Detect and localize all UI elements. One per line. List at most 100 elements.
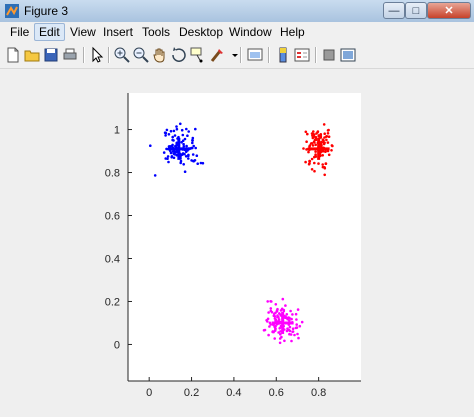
data-point (323, 173, 327, 177)
zoom-in-icon[interactable] (113, 46, 131, 64)
data-point (305, 140, 308, 143)
data-point (164, 157, 167, 160)
data-point (283, 339, 286, 343)
data-point (326, 129, 330, 132)
data-point (266, 320, 269, 323)
data-point (274, 311, 277, 315)
data-cursor-icon[interactable] (189, 46, 207, 64)
rotate-3d-icon[interactable] (170, 46, 188, 64)
window-title: Figure 3 (24, 4, 69, 18)
menu-desktop[interactable]: Desktop (175, 24, 227, 40)
data-point (270, 300, 273, 303)
data-point (267, 333, 270, 337)
y-tick-label: 1 (114, 125, 120, 137)
save-icon[interactable] (42, 46, 60, 64)
menu-window[interactable]: Window (225, 24, 276, 40)
data-point (192, 144, 195, 148)
select-arrow-icon[interactable] (88, 46, 106, 64)
data-point (319, 134, 323, 138)
menu-help[interactable]: Help (276, 24, 309, 40)
data-point (266, 317, 270, 321)
matlab-figure-icon (5, 4, 19, 18)
menu-view[interactable]: View (66, 24, 100, 40)
x-tick-label: 0.8 (311, 387, 326, 399)
minimize-button[interactable]: — (383, 2, 405, 19)
data-point (278, 341, 282, 345)
data-point (272, 314, 276, 317)
new-figure-icon[interactable] (4, 46, 22, 64)
data-point (167, 160, 170, 164)
data-point (296, 332, 299, 336)
data-point (187, 130, 190, 133)
data-point (274, 324, 277, 328)
figure-canvas[interactable]: 0 0.2 0.4 0.6 0.8 0 0.2 0.4 0.6 0.8 1 (0, 69, 474, 417)
data-point (284, 304, 287, 307)
insert-colorbar-icon[interactable] (274, 46, 292, 64)
data-point (153, 174, 157, 177)
data-point (291, 330, 295, 333)
show-plot-tools-icon[interactable] (339, 46, 357, 64)
data-point (274, 318, 278, 322)
pan-hand-icon[interactable] (151, 46, 169, 64)
data-point (310, 168, 314, 171)
menu-insert[interactable]: Insert (99, 24, 137, 40)
data-point (304, 130, 308, 134)
data-point (321, 163, 325, 166)
y-tick-label: 0.2 (105, 296, 120, 308)
data-point (180, 128, 184, 132)
print-icon[interactable] (61, 46, 79, 64)
data-point (307, 150, 310, 154)
data-point (313, 169, 316, 173)
data-point (167, 133, 171, 136)
scatter-plot[interactable]: 0 0.2 0.4 0.6 0.8 0 0.2 0.4 0.6 0.8 1 (0, 69, 474, 417)
data-point (322, 139, 325, 142)
toolbar-separator (83, 47, 85, 63)
menu-edit[interactable]: Edit (34, 23, 65, 41)
data-point (300, 320, 304, 324)
data-point (297, 336, 300, 340)
data-point (164, 131, 168, 135)
brush-icon[interactable] (208, 46, 226, 64)
data-point (169, 151, 173, 154)
data-point (277, 318, 281, 321)
data-point (195, 154, 199, 157)
toolbar-separator (268, 47, 270, 63)
maximize-button[interactable]: □ (405, 2, 427, 19)
data-point (282, 308, 286, 312)
data-point (323, 132, 327, 135)
menu-file[interactable]: File (6, 24, 33, 40)
data-point (175, 125, 178, 128)
data-point (174, 144, 177, 148)
menu-tools[interactable]: Tools (138, 24, 174, 40)
data-point (321, 150, 324, 153)
data-point (324, 162, 328, 165)
link-plot-icon[interactable] (246, 46, 264, 64)
data-point (172, 129, 176, 133)
data-point (274, 303, 278, 306)
data-point (266, 300, 270, 303)
brush-dropdown-icon[interactable] (226, 46, 238, 64)
title-bar: Figure 3 — □ ✕ (0, 0, 474, 23)
data-point (314, 150, 317, 153)
data-point (175, 127, 179, 131)
insert-legend-icon[interactable] (293, 46, 311, 64)
data-point (308, 162, 311, 165)
data-point (196, 162, 199, 165)
data-point (294, 312, 298, 316)
open-file-icon[interactable] (23, 46, 41, 64)
data-point (281, 297, 285, 301)
data-point (312, 135, 316, 138)
data-point (190, 159, 193, 162)
close-button[interactable]: ✕ (427, 2, 471, 19)
data-point (167, 145, 171, 148)
data-point (288, 325, 292, 329)
data-point (179, 161, 182, 165)
data-point (291, 327, 295, 331)
zoom-out-icon[interactable] (132, 46, 150, 64)
data-point (166, 155, 170, 158)
hide-plot-tools-icon[interactable] (320, 46, 338, 64)
data-point (310, 157, 314, 161)
data-point (323, 166, 327, 170)
data-point (194, 146, 197, 150)
data-point (305, 148, 308, 151)
